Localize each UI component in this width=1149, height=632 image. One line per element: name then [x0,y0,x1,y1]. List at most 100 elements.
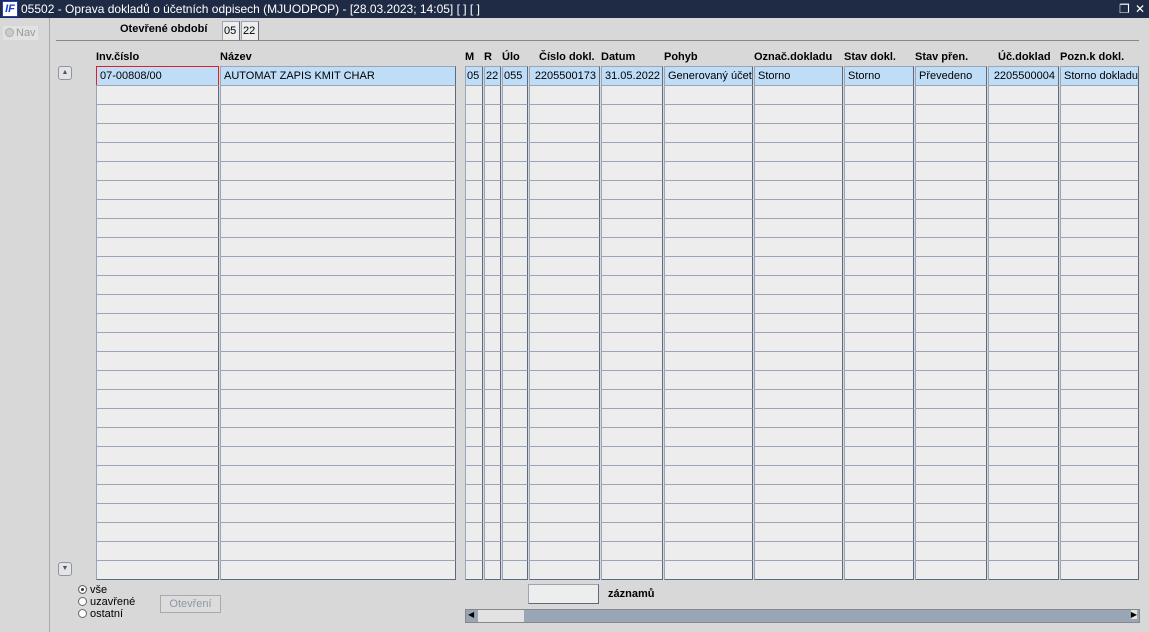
empty-cell[interactable] [465,446,483,466]
empty-cell[interactable] [754,560,843,580]
empty-cell[interactable] [484,142,501,162]
empty-cell[interactable] [601,522,663,542]
empty-cell[interactable] [465,237,483,257]
empty-cell[interactable] [915,522,987,542]
empty-cell[interactable] [664,427,753,447]
empty-cell[interactable] [465,332,483,352]
empty-cell[interactable] [484,351,501,371]
empty-cell[interactable] [915,199,987,219]
empty-cell[interactable] [484,465,501,485]
empty-cell[interactable] [844,180,914,200]
empty-cell[interactable] [502,180,528,200]
empty-cell[interactable] [96,199,219,219]
empty-cell[interactable] [844,161,914,181]
empty-cell[interactable] [915,503,987,523]
empty-cell[interactable] [220,408,456,428]
empty-cell[interactable] [1060,427,1139,447]
empty-cell[interactable] [220,503,456,523]
scroll-left-icon[interactable]: ◀ [468,610,474,619]
empty-cell[interactable] [220,199,456,219]
empty-cell[interactable] [988,180,1059,200]
empty-cell[interactable] [96,237,219,257]
empty-cell[interactable] [1060,123,1139,143]
scroll-up-icon[interactable]: ▲ [58,66,72,80]
empty-cell[interactable] [502,427,528,447]
empty-cell[interactable] [96,123,219,143]
empty-cell[interactable] [502,446,528,466]
empty-cell[interactable] [844,446,914,466]
empty-cell[interactable] [96,427,219,447]
empty-cell[interactable] [844,503,914,523]
empty-cell[interactable] [754,427,843,447]
empty-cell[interactable] [96,370,219,390]
empty-cell[interactable] [529,427,600,447]
empty-cell[interactable] [988,332,1059,352]
empty-cell[interactable] [664,85,753,105]
empty-cell[interactable] [844,465,914,485]
empty-cell[interactable] [465,161,483,181]
empty-cell[interactable] [220,370,456,390]
empty-cell[interactable] [502,199,528,219]
empty-cell[interactable] [465,370,483,390]
empty-cell[interactable] [465,541,483,561]
empty-cell[interactable] [96,389,219,409]
empty-cell[interactable] [465,123,483,143]
table-cell[interactable]: Storno dokladu 2 [1060,66,1139,86]
empty-cell[interactable] [502,465,528,485]
radio-icon[interactable] [78,585,87,594]
empty-cell[interactable] [484,85,501,105]
empty-cell[interactable] [601,313,663,333]
empty-cell[interactable] [502,541,528,561]
table-cell[interactable]: Storno [754,66,843,86]
empty-cell[interactable] [664,370,753,390]
empty-cell[interactable] [754,313,843,333]
empty-cell[interactable] [484,294,501,314]
empty-cell[interactable] [915,161,987,181]
empty-cell[interactable] [601,85,663,105]
empty-cell[interactable] [664,389,753,409]
empty-cell[interactable] [1060,218,1139,238]
empty-cell[interactable] [220,123,456,143]
empty-cell[interactable] [754,408,843,428]
empty-cell[interactable] [664,522,753,542]
empty-cell[interactable] [754,180,843,200]
empty-cell[interactable] [529,85,600,105]
empty-cell[interactable] [529,370,600,390]
empty-cell[interactable] [502,294,528,314]
empty-cell[interactable] [96,541,219,561]
empty-cell[interactable] [502,313,528,333]
empty-cell[interactable] [502,104,528,124]
empty-cell[interactable] [844,427,914,447]
empty-cell[interactable] [484,218,501,238]
empty-cell[interactable] [220,85,456,105]
empty-cell[interactable] [664,256,753,276]
empty-cell[interactable] [529,465,600,485]
empty-cell[interactable] [915,294,987,314]
empty-cell[interactable] [96,332,219,352]
empty-cell[interactable] [915,484,987,504]
empty-cell[interactable] [96,256,219,276]
empty-cell[interactable] [988,313,1059,333]
empty-cell[interactable] [844,142,914,162]
empty-cell[interactable] [529,237,600,257]
empty-cell[interactable] [220,275,456,295]
empty-cell[interactable] [664,237,753,257]
empty-cell[interactable] [915,256,987,276]
empty-cell[interactable] [754,85,843,105]
empty-cell[interactable] [220,332,456,352]
empty-cell[interactable] [1060,541,1139,561]
empty-cell[interactable] [664,351,753,371]
empty-cell[interactable] [465,522,483,542]
empty-cell[interactable] [529,275,600,295]
empty-cell[interactable] [220,237,456,257]
empty-cell[interactable] [96,351,219,371]
empty-cell[interactable] [220,541,456,561]
empty-cell[interactable] [484,522,501,542]
empty-cell[interactable] [754,104,843,124]
empty-cell[interactable] [988,256,1059,276]
empty-cell[interactable] [988,351,1059,371]
empty-cell[interactable] [601,218,663,238]
empty-cell[interactable] [754,389,843,409]
table-cell[interactable]: Storno [844,66,914,86]
empty-cell[interactable] [529,503,600,523]
